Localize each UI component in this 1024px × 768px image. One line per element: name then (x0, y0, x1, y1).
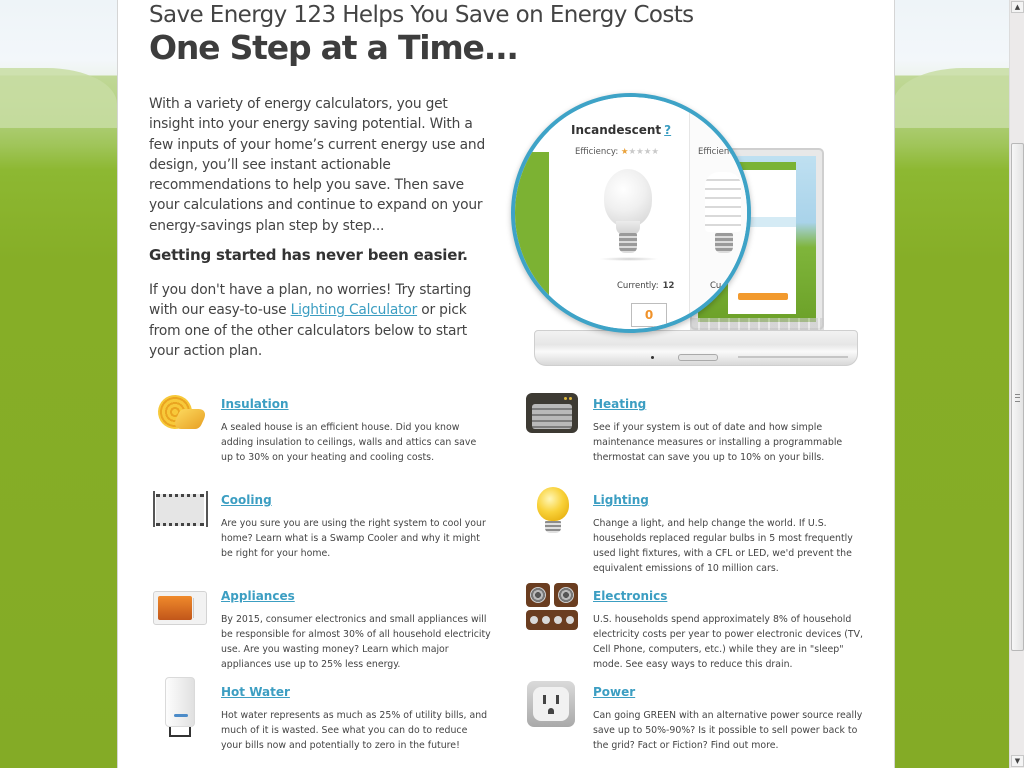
laptop-slot (738, 356, 848, 358)
currently-label: Currently: (617, 281, 659, 291)
power-outlet-icon (523, 677, 581, 731)
hot-water-link[interactable]: Hot Water (221, 685, 290, 699)
cooling-description: Are you sure you are using the right sys… (221, 518, 486, 559)
cta-paragraph: If you don't have a plan, no worries! Tr… (149, 280, 494, 361)
vertical-scrollbar[interactable]: ▲ ▼ (1009, 0, 1024, 768)
currently-value: 12 (662, 281, 675, 291)
scroll-thumb[interactable] (1011, 143, 1024, 651)
microwave-icon (151, 581, 209, 635)
electronics-link[interactable]: Electronics (593, 589, 667, 603)
heating-description: See if your system is out of date and ho… (593, 422, 843, 463)
speakers-icon (523, 581, 581, 635)
appliances-link[interactable]: Appliances (221, 589, 295, 603)
power-description: Can going GREEN with an alternative powe… (593, 710, 863, 751)
star-empty-icon: ★ (628, 147, 637, 157)
bulb-shadow (599, 257, 659, 261)
insulation-description: A sealed house is an efficient house. Di… (221, 422, 477, 463)
efficiency-rating: Efficiency: ★★★★★ (575, 147, 659, 157)
incandescent-card: Incandescent? Efficiency: ★★★★★ Currentl… (549, 97, 690, 329)
efficiency-label: Efficiency: (575, 147, 619, 157)
cooling-link[interactable]: Cooling (221, 493, 272, 507)
scroll-down-arrow[interactable]: ▼ (1011, 755, 1024, 767)
cfl-bulb-base (715, 233, 733, 253)
swamp-cooler-icon (151, 485, 209, 539)
page-title: One Step at a Time... (149, 28, 519, 67)
hot-water-description: Hot water represents as much as 25% of u… (221, 710, 488, 751)
intro-paragraph: With a variety of energy calculators, yo… (149, 96, 486, 234)
star-empty-icon: ★ (636, 147, 644, 157)
heater-icon (523, 389, 581, 443)
laptop-indicator-light (651, 356, 654, 359)
help-link[interactable]: ? (664, 123, 671, 137)
magnifier-green-edge (515, 152, 549, 329)
insulation-link[interactable]: Insulation (221, 397, 289, 411)
getting-started-heading: Getting started has never been easier. (149, 246, 468, 264)
background-hill (0, 68, 117, 128)
incandescent-card-title: Incandescent? (571, 123, 671, 137)
card-title-text: Incandescent (571, 123, 662, 137)
cfl-efficiency-label: Efficienc (698, 147, 734, 157)
light-bulb-icon (523, 485, 581, 539)
water-heater-icon (151, 677, 209, 737)
currently-count: Currently: 12 (617, 281, 674, 291)
lighting-link[interactable]: Lighting (593, 493, 649, 507)
heating-link[interactable]: Heating (593, 397, 646, 411)
scroll-grip-icon (1015, 394, 1020, 402)
star-rating: ★★★★★ (621, 147, 659, 157)
insulation-roll-icon (151, 389, 209, 443)
cfl-bulb-icon (705, 172, 741, 232)
incandescent-bulb-icon (604, 169, 652, 227)
magnifier-callout: Incandescent? Efficiency: ★★★★★ Currentl… (511, 93, 751, 333)
bulb-base (619, 233, 637, 253)
cfl-currently-label: Cu (710, 281, 722, 291)
bulb-quantity-input[interactable]: 0 (631, 303, 667, 327)
star-empty-icon: ★ (651, 147, 660, 157)
background-hill (893, 68, 1010, 128)
electronics-description: U.S. households spend approximately 8% o… (593, 614, 863, 670)
laptop-latch (678, 354, 718, 361)
star-filled-icon: ★ (620, 147, 629, 157)
page-subtitle: Save Energy 123 Helps You Save on Energy… (149, 2, 694, 28)
appliances-description: By 2015, consumer electronics and small … (221, 614, 491, 670)
scroll-up-arrow[interactable]: ▲ (1011, 1, 1024, 13)
power-link[interactable]: Power (593, 685, 635, 699)
lighting-calculator-link[interactable]: Lighting Calculator (291, 302, 418, 318)
lighting-description: Change a light, and help change the worl… (593, 518, 853, 574)
